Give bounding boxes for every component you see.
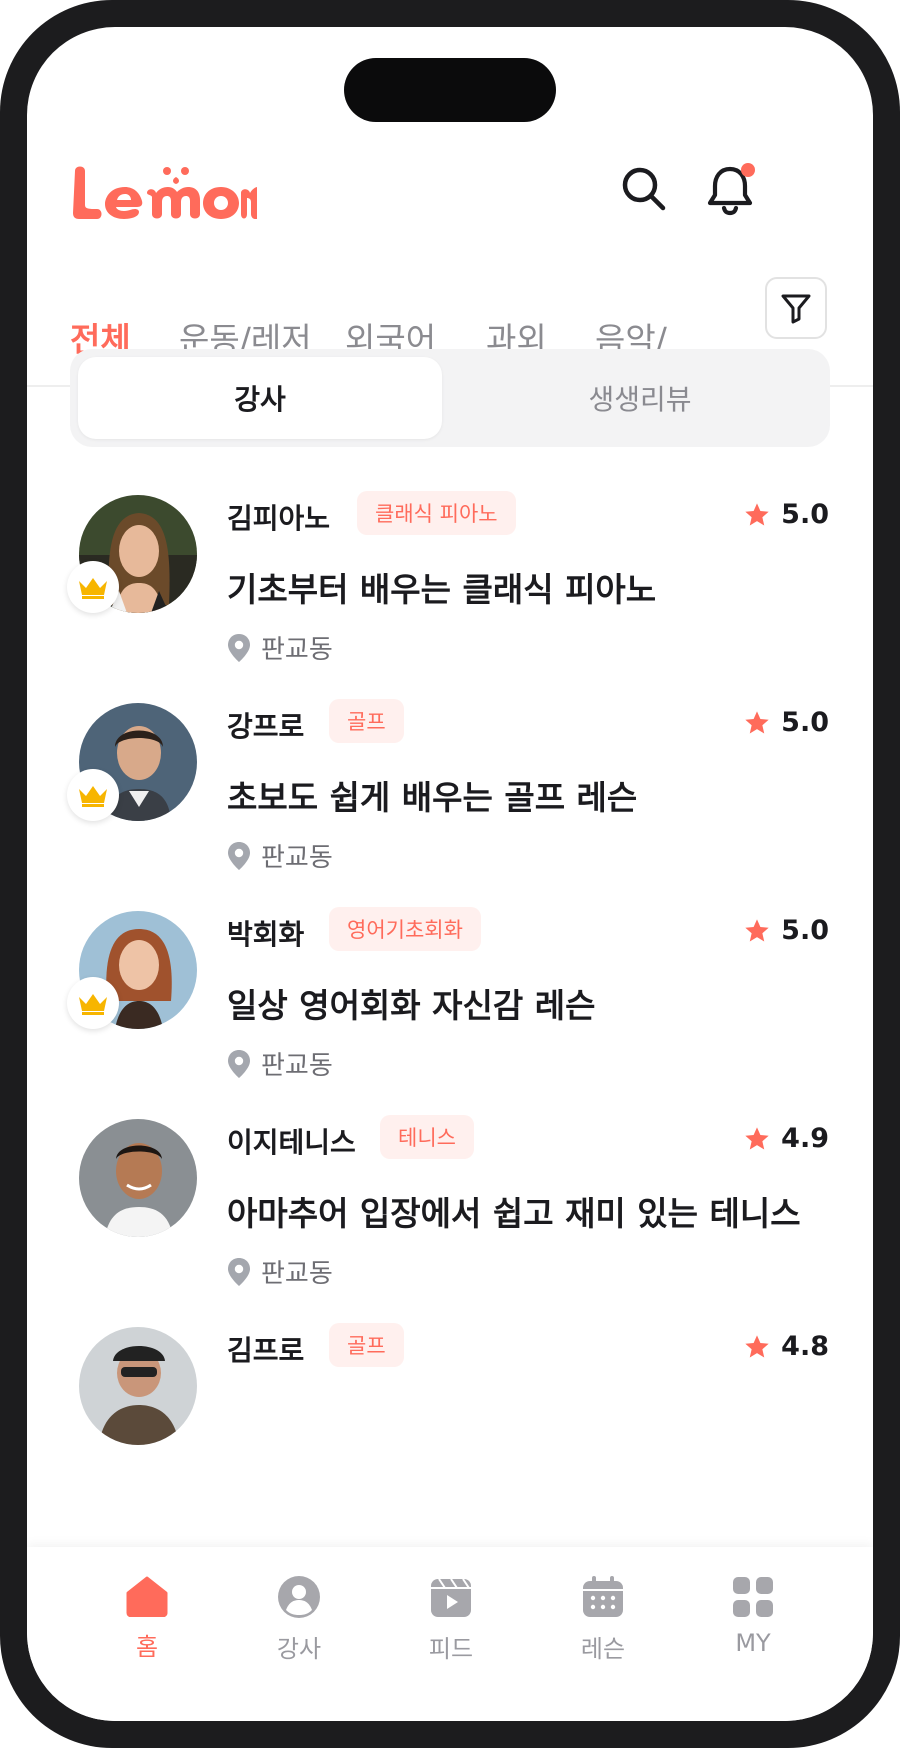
- category-tag: 클래식 피아노: [357, 491, 516, 535]
- nav-label: 레슨: [580, 1635, 626, 1663]
- location-text: 판교동: [261, 635, 333, 665]
- home-icon: [126, 1576, 168, 1617]
- star-icon: [745, 1334, 769, 1357]
- instructor-name: 박회화: [227, 918, 305, 951]
- category-tag: 골프: [329, 1323, 404, 1367]
- star-icon: [745, 502, 769, 525]
- location-pin-icon: [228, 1049, 250, 1078]
- nav-instructors[interactable]: 강사: [239, 1575, 359, 1664]
- star-icon: [745, 710, 769, 733]
- list-item[interactable]: 김프로 골프 4.8: [27, 1323, 873, 1547]
- premium-badge: [67, 769, 119, 821]
- nav-lessons[interactable]: 레슨: [543, 1575, 663, 1664]
- location-pin-icon: [228, 841, 250, 870]
- lesson-title: 초보도 쉽게 배우는 골프 레슨: [227, 778, 638, 817]
- instructor-name: 이지테니스: [227, 1126, 356, 1159]
- rating: 5.0: [743, 707, 829, 738]
- rating-value: 5.0: [781, 915, 829, 946]
- instructor-name: 강프로: [227, 710, 305, 743]
- nav-my[interactable]: MY: [693, 1575, 813, 1657]
- avatar: [79, 1327, 197, 1445]
- search-icon[interactable]: [612, 157, 676, 221]
- location: 판교동: [227, 1045, 333, 1082]
- nav-label: 피드: [428, 1635, 474, 1663]
- premium-badge: [67, 561, 119, 613]
- location-pin-icon: [228, 1257, 250, 1286]
- category-tag: 골프: [329, 699, 404, 743]
- rating-value: 4.9: [781, 1123, 829, 1154]
- location-text: 판교동: [261, 1051, 333, 1081]
- list-item[interactable]: 박회화 영어기초회화 5.0 일상 영어회화 자신감 레슨 판교동: [27, 907, 873, 1131]
- rating: 4.8: [743, 1331, 829, 1362]
- instructor-name: 김피아노: [227, 502, 331, 535]
- list-item[interactable]: 이지테니스 테니스 4.9 아마추어 입장에서 쉽고 재미 있는 테니스 판교동: [27, 1115, 873, 1339]
- nav-home[interactable]: 홈: [87, 1575, 207, 1662]
- bottom-navigation: 홈 강사 피드 레슨 MY: [27, 1547, 873, 1721]
- filter-icon: [781, 294, 811, 324]
- avatar: [79, 1119, 197, 1237]
- location: 판교동: [227, 837, 333, 874]
- location: 판교동: [227, 629, 333, 666]
- lesson-title: 일상 영어회화 자신감 레슨: [227, 986, 596, 1025]
- star-icon: [745, 1126, 769, 1149]
- location-text: 판교동: [261, 1259, 333, 1289]
- instructor-name: 김프로: [227, 1334, 305, 1367]
- location-pin-icon: [228, 633, 250, 662]
- category-tag: 영어기초회화: [329, 907, 481, 951]
- crown-icon: [79, 578, 107, 599]
- filter-button[interactable]: [765, 277, 827, 339]
- lesson-title: 아마추어 입장에서 쉽고 재미 있는 테니스: [227, 1194, 801, 1233]
- location: 판교동: [227, 1253, 333, 1290]
- crown-icon: [79, 786, 107, 807]
- dynamic-island: [344, 58, 556, 122]
- premium-badge: [67, 977, 119, 1029]
- segmented-control: 강사 생생리뷰: [70, 349, 830, 447]
- segment-instructors[interactable]: 강사: [78, 357, 442, 439]
- screen: 전체 운동/레저 외국어 과외 음악/ 강사 생생리뷰 김피아노 클래식 피아노…: [27, 27, 873, 1721]
- profile-icon: [278, 1576, 320, 1618]
- list-item[interactable]: 강프로 골프 5.0 초보도 쉽게 배우는 골프 레슨 판교동: [27, 699, 873, 923]
- calendar-icon: [583, 1576, 623, 1617]
- star-icon: [745, 918, 769, 941]
- grid-icon: [733, 1577, 773, 1617]
- rating: 4.9: [743, 1123, 829, 1154]
- lesson-title: 기초부터 배우는 클래식 피아노: [227, 570, 657, 609]
- lemon-logo[interactable]: [67, 157, 257, 227]
- crown-icon: [79, 994, 107, 1015]
- rating-value: 5.0: [781, 707, 829, 738]
- notification-bell-icon[interactable]: [698, 157, 762, 221]
- location-text: 판교동: [261, 843, 333, 873]
- video-icon: [431, 1578, 471, 1617]
- list-item[interactable]: 김피아노 클래식 피아노 5.0 기초부터 배우는 클래식 피아노 판교동: [27, 491, 873, 715]
- nav-feed[interactable]: 피드: [391, 1575, 511, 1664]
- rating: 5.0: [743, 499, 829, 530]
- rating-value: 4.8: [781, 1331, 829, 1362]
- rating: 5.0: [743, 915, 829, 946]
- nav-label: MY: [735, 1629, 771, 1657]
- phone-frame: 전체 운동/레저 외국어 과외 음악/ 강사 생생리뷰 김피아노 클래식 피아노…: [0, 0, 900, 1748]
- nav-label: 강사: [276, 1635, 322, 1663]
- segment-reviews[interactable]: 생생리뷰: [458, 357, 822, 439]
- rating-value: 5.0: [781, 499, 829, 530]
- category-tag: 테니스: [380, 1115, 474, 1159]
- nav-label: 홈: [135, 1633, 159, 1661]
